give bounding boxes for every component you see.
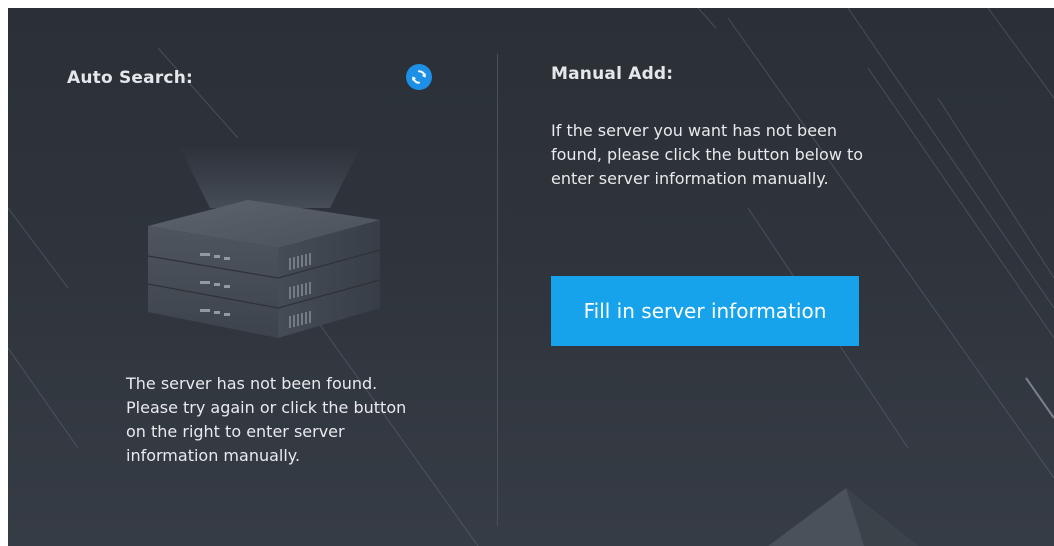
server-stack-icon xyxy=(147,148,381,338)
section-divider xyxy=(497,54,498,526)
auto-search-title: Auto Search: xyxy=(67,68,193,88)
manual-add-message: If the server you want has not been foun… xyxy=(551,121,864,188)
server-add-panel: Auto Search: The server has not been fou… xyxy=(8,8,1054,546)
auto-search-section: Auto Search: The server has not been fou… xyxy=(8,8,498,546)
mountain-decoration xyxy=(768,488,918,546)
auto-search-message: The server has not been found. Please tr… xyxy=(126,374,407,465)
refresh-button[interactable] xyxy=(406,64,432,90)
manual-add-title: Manual Add: xyxy=(551,64,674,84)
fill-server-info-button[interactable]: Fill in server information xyxy=(551,276,859,346)
refresh-icon xyxy=(412,70,426,84)
